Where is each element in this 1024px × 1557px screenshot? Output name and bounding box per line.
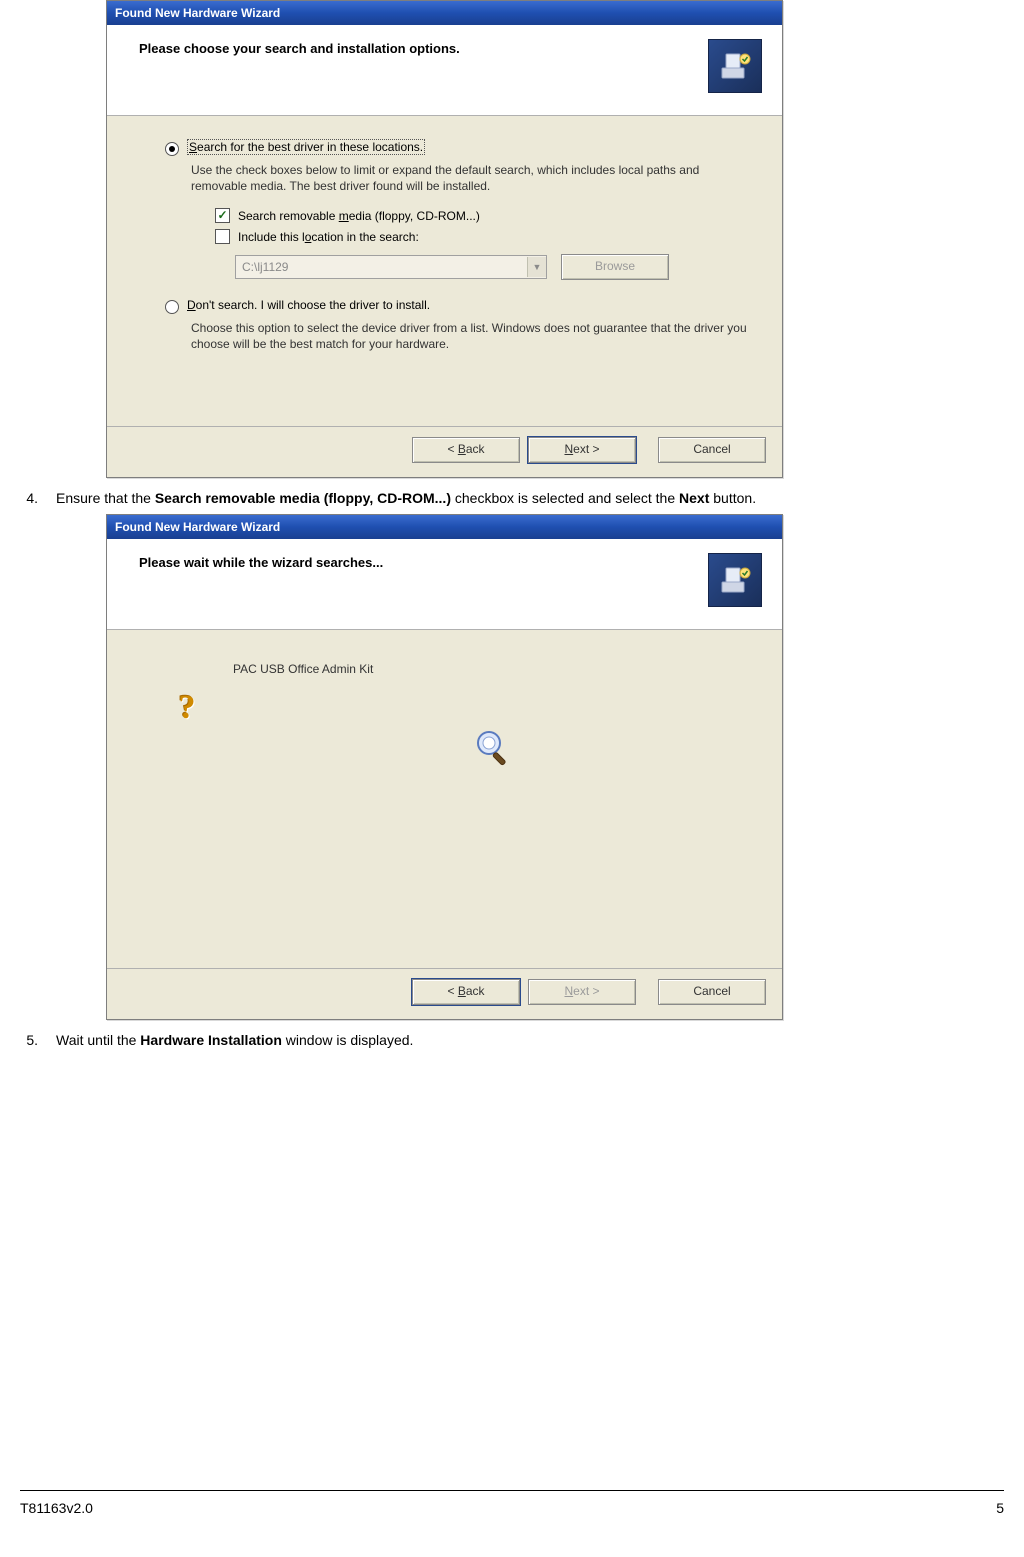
wizard-dialog-searching: Found New Hardware Wizard Please wait wh… [106,514,783,1020]
checkbox-icon [215,229,230,244]
dialog-header-text: Please choose your search and installati… [139,39,460,56]
titlebar[interactable]: Found New Hardware Wizard [107,1,782,25]
step-5: 5. Wait until the Hardware Installation … [20,1032,1004,1048]
checkbox-removable-media[interactable]: Search removable media (floppy, CD-ROM..… [215,208,754,223]
location-row: ▼ Browse [235,254,754,280]
dialog-header-text: Please wait while the wizard searches... [139,553,383,570]
next-button: Next > [528,979,636,1005]
cancel-button[interactable]: Cancel [658,979,766,1005]
window-title: Found New Hardware Wizard [115,520,280,534]
step-4: 4. Ensure that the Search removable medi… [20,490,1004,506]
checkbox-include-location[interactable]: Include this location in the search: [215,229,754,244]
radio-dont-search[interactable]: Don't search. I will choose the driver t… [165,298,754,314]
question-mark-icon: ? [167,688,207,728]
cancel-button[interactable]: Cancel [658,437,766,463]
dialog-body: ? PAC USB Office Admin Kit [107,630,782,968]
device-name: PAC USB Office Admin Kit [233,662,752,676]
dialog-header: Please choose your search and installati… [107,25,782,116]
footer-divider [20,1490,1004,1491]
checkbox-label: Search removable media (floppy, CD-ROM..… [238,209,480,223]
doc-id: T81163v2.0 [20,1500,93,1516]
checkbox-icon [215,208,230,223]
window-title: Found New Hardware Wizard [115,6,280,20]
button-bar: < Back Next > Cancel [107,426,782,477]
wizard-dialog-options: Found New Hardware Wizard Please choose … [106,0,783,478]
chevron-down-icon[interactable]: ▼ [527,257,546,277]
checkbox-label: Include this location in the search: [238,230,419,244]
magnifier-icon [472,726,514,768]
step-text: Ensure that the Search removable media (… [56,490,1004,506]
radio-dot-icon [165,300,179,314]
next-button[interactable]: Next > [528,437,636,463]
back-button[interactable]: < Back [412,979,520,1005]
button-bar: < Back Next > Cancel [107,968,782,1019]
titlebar[interactable]: Found New Hardware Wizard [107,515,782,539]
radio-label: Search for the best driver in these loca… [187,140,425,155]
dialog-header: Please wait while the wizard searches... [107,539,782,630]
hardware-icon [708,39,762,93]
radio-search-locations[interactable]: Search for the best driver in these loca… [165,140,754,156]
radio-dot-icon [165,142,179,156]
page-footer: T81163v2.0 5 [20,1500,1004,1516]
option2-description: Choose this option to select the device … [191,320,751,352]
back-button[interactable]: < Back [412,437,520,463]
step-text: Wait until the Hardware Installation win… [56,1032,1004,1048]
step-number: 5. [20,1032,38,1048]
location-combobox[interactable]: ▼ [235,255,547,279]
step-number: 4. [20,490,38,506]
dialog-body: Search for the best driver in these loca… [107,116,782,426]
hardware-icon [708,553,762,607]
option1-description: Use the check boxes below to limit or ex… [191,162,751,194]
location-input[interactable] [236,257,527,277]
page-number: 5 [996,1500,1004,1516]
radio-label: Don't search. I will choose the driver t… [187,298,430,313]
browse-button[interactable]: Browse [561,254,669,280]
